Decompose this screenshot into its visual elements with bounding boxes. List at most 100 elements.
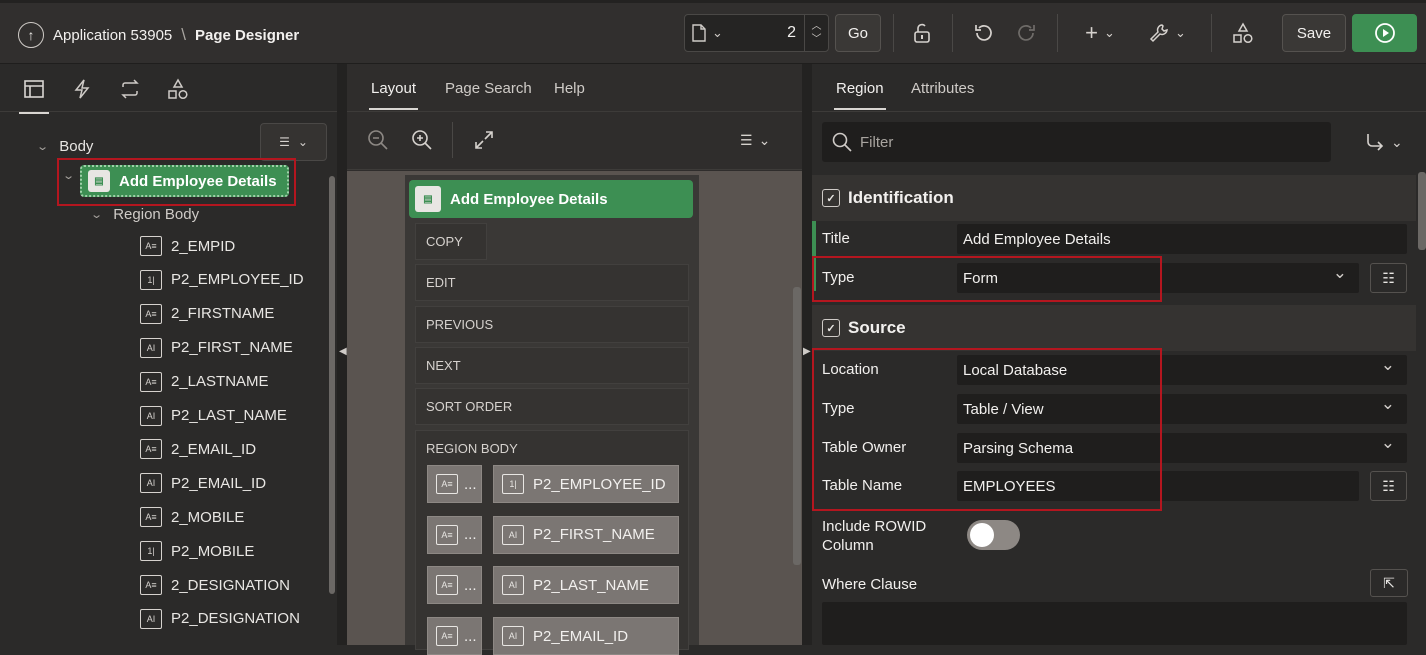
processing-tab-icon[interactable] bbox=[117, 76, 143, 102]
tree-item[interactable]: AI P2_DESIGNATION bbox=[140, 608, 300, 629]
page-title: Page Designer bbox=[195, 26, 300, 44]
app-title-link[interactable]: Application 53905 bbox=[53, 27, 172, 44]
properties-scrollbar[interactable] bbox=[1418, 172, 1426, 250]
open-editor-icon[interactable]: ⇱ bbox=[1370, 569, 1408, 597]
left-splitter[interactable]: ◀ bbox=[337, 64, 347, 645]
toolbar-divider bbox=[893, 14, 894, 52]
canvas-region-header[interactable]: ▤ Add Employee Details bbox=[409, 180, 693, 218]
tree-item[interactable]: A≡ 2_LASTNAME bbox=[140, 371, 269, 392]
breadcrumb: ↑ Application 53905 \ Page Designer bbox=[18, 21, 299, 49]
tree-item[interactable]: 1| P2_MOBILE bbox=[140, 541, 254, 562]
zoom-in-icon[interactable] bbox=[411, 129, 433, 156]
tree-menu-button[interactable]: ☰ ⌄ bbox=[260, 123, 327, 161]
rendering-tab-icon[interactable] bbox=[19, 76, 49, 114]
collapse-check-icon[interactable]: ✓ bbox=[822, 189, 840, 207]
tree-item[interactable]: AI P2_LAST_NAME bbox=[140, 405, 287, 426]
canvas-field-item[interactable]: 1| P2_EMPLOYEE_ID bbox=[493, 465, 679, 503]
button-slot[interactable]: SORT ORDER bbox=[415, 388, 689, 426]
where-clause-editor[interactable] bbox=[822, 602, 1407, 645]
tree-item[interactable]: AI P2_FIRST_NAME bbox=[140, 337, 293, 358]
go-button[interactable]: Go bbox=[835, 14, 881, 52]
collapse-left-icon[interactable]: ◀ bbox=[339, 346, 347, 357]
tree-item[interactable]: A≡ 2_EMAIL_ID bbox=[140, 439, 256, 460]
page-number-stepper[interactable]: ︿ ﹀ bbox=[804, 15, 828, 51]
include-rowid-toggle[interactable] bbox=[967, 520, 1020, 550]
shared-components-tab-icon[interactable] bbox=[165, 76, 191, 102]
list-icon[interactable]: ☷ bbox=[1370, 471, 1407, 501]
canvas-field-label: P2_EMAIL_ID bbox=[533, 627, 629, 645]
tree-node-body[interactable]: ⌄ Body bbox=[36, 138, 93, 155]
undo-icon[interactable] bbox=[968, 14, 998, 52]
item-type-icon: AI bbox=[140, 337, 162, 358]
item-type-icon: AI bbox=[140, 608, 162, 629]
page-selector[interactable]: ⌄ 2 ︿ ﹀ bbox=[684, 14, 829, 52]
item-type-icon: A≡ bbox=[140, 371, 162, 392]
list-icon[interactable]: ☷ bbox=[1370, 263, 1407, 293]
property-label: Include ROWID Column bbox=[822, 517, 926, 555]
canvas-label-item[interactable]: A≡... bbox=[427, 465, 482, 503]
expand-icon[interactable] bbox=[474, 130, 494, 155]
tree-item-label: P2_FIRST_NAME bbox=[171, 339, 293, 357]
canvas-field-label: P2_LAST_NAME bbox=[533, 576, 649, 594]
canvas-field-item[interactable]: AI P2_EMAIL_ID bbox=[493, 617, 679, 655]
canvas-label-item[interactable]: A≡... bbox=[427, 515, 482, 554]
tree-node-region-body[interactable]: ⌄ Region Body bbox=[90, 206, 200, 223]
section-source[interactable]: ✓ Source bbox=[812, 305, 1416, 351]
chevron-up-icon[interactable]: ︿ bbox=[812, 20, 822, 33]
utilities-menu[interactable]: ⌄ bbox=[1146, 14, 1188, 52]
tree-item-label: 2_MOBILE bbox=[171, 508, 245, 526]
canvas-label-item[interactable]: A≡... bbox=[427, 566, 482, 605]
ellipsis: ... bbox=[464, 627, 477, 645]
item-type-icon: A≡ bbox=[140, 236, 162, 256]
chevron-down-icon[interactable]: ⌄ bbox=[90, 208, 103, 221]
tree-item[interactable]: A≡ 2_EMPID bbox=[140, 236, 235, 256]
title-field[interactable]: Add Employee Details bbox=[957, 224, 1407, 254]
tree-node-label: Region Body bbox=[113, 206, 200, 223]
tree-item[interactable]: A≡ 2_MOBILE bbox=[140, 507, 245, 528]
right-splitter[interactable]: ▶ bbox=[802, 64, 812, 645]
tab-region[interactable]: Region bbox=[834, 80, 886, 110]
document-icon[interactable]: ⌄ bbox=[685, 24, 729, 42]
tab-help[interactable]: Help bbox=[554, 80, 585, 97]
arrow-up-icon[interactable]: ↑ bbox=[18, 22, 44, 48]
tree-item[interactable]: A≡ 2_DESIGNATION bbox=[140, 575, 290, 595]
left-scrollbar[interactable] bbox=[329, 176, 335, 594]
section-heading: Identification bbox=[848, 188, 954, 207]
run-button[interactable] bbox=[1352, 14, 1417, 52]
save-button[interactable]: Save bbox=[1282, 14, 1346, 52]
unlock-icon[interactable] bbox=[907, 14, 937, 52]
chevron-down-icon[interactable]: ⌄ bbox=[36, 140, 49, 153]
tree-item-label: P2_EMPLOYEE_ID bbox=[171, 271, 304, 289]
chevron-down-icon[interactable]: ﹀ bbox=[812, 33, 822, 46]
canvas-field-item[interactable]: AI P2_LAST_NAME bbox=[493, 566, 679, 605]
arrow-turn-icon bbox=[1367, 134, 1384, 151]
canvas-label-item[interactable]: A≡... bbox=[427, 617, 482, 655]
property-where-clause: Where Clause ⇱ bbox=[822, 569, 1416, 604]
create-menu[interactable]: + ⌄ bbox=[1080, 14, 1120, 52]
go-to-group-menu[interactable]: ⌄ bbox=[1365, 132, 1403, 152]
layout-menu-button[interactable]: ☰ ⌄ bbox=[740, 132, 770, 149]
tree-item[interactable]: 1| P2_EMPLOYEE_ID bbox=[140, 269, 304, 290]
button-slot[interactable]: COPY bbox=[415, 223, 487, 260]
tree-item[interactable]: AI P2_EMAIL_ID bbox=[140, 473, 266, 494]
collapse-right-icon[interactable]: ▶ bbox=[803, 346, 811, 357]
page-number-input[interactable]: 2 bbox=[729, 24, 804, 42]
redo-icon[interactable] bbox=[1012, 14, 1042, 52]
chevron-down-icon: ⌄ bbox=[297, 135, 308, 149]
canvas-scrollbar[interactable] bbox=[793, 287, 801, 565]
toolbar-divider bbox=[452, 122, 453, 158]
canvas-field-item[interactable]: AI P2_FIRST_NAME bbox=[493, 515, 679, 554]
collapse-check-icon[interactable]: ✓ bbox=[822, 319, 840, 337]
shared-components-icon[interactable] bbox=[1228, 14, 1258, 52]
tab-page-search[interactable]: Page Search bbox=[445, 80, 532, 97]
button-slot[interactable]: PREVIOUS bbox=[415, 305, 689, 343]
button-slot[interactable]: EDIT bbox=[415, 264, 689, 302]
zoom-out-icon[interactable] bbox=[367, 129, 389, 156]
tree-item[interactable]: A≡ 2_FIRSTNAME bbox=[140, 303, 274, 324]
filter-input[interactable]: Filter bbox=[822, 122, 1331, 162]
tab-attributes[interactable]: Attributes bbox=[911, 80, 974, 97]
dynamic-actions-tab-icon[interactable] bbox=[69, 76, 95, 102]
section-identification[interactable]: ✓ Identification bbox=[812, 175, 1416, 221]
button-slot[interactable]: NEXT bbox=[415, 346, 689, 384]
tab-layout[interactable]: Layout bbox=[368, 80, 419, 110]
